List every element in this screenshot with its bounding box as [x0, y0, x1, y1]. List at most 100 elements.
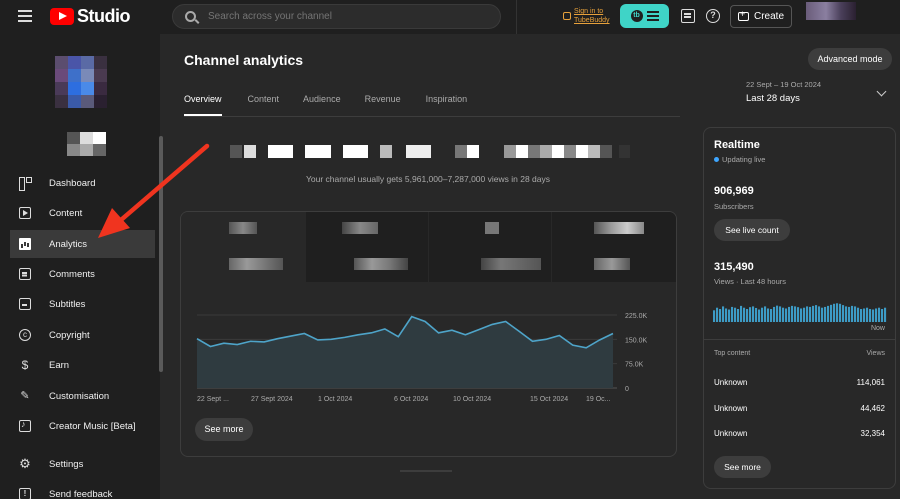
chevron-down-icon[interactable]: [876, 86, 887, 97]
tab-overview[interactable]: Overview: [184, 94, 222, 116]
realtime-bar: [809, 306, 812, 322]
top-content-row[interactable]: Unknown 44,462: [714, 404, 885, 413]
sidebar-item-label: Comments: [49, 268, 95, 280]
create-label: Create: [753, 11, 784, 22]
realtime-bar: [782, 307, 785, 322]
x-tick-label: 19 Oc...: [586, 396, 611, 403]
sidebar-item-subtitles[interactable]: Subtitles: [10, 290, 155, 318]
now-label: Now: [870, 325, 885, 332]
top-content-row[interactable]: Unknown 32,354: [714, 429, 885, 438]
content-name: Unknown: [714, 429, 748, 438]
realtime-bar: [755, 307, 758, 322]
realtime-bar: [788, 306, 791, 322]
realtime-bar: [872, 309, 875, 322]
sidebar-item-label: Content: [49, 207, 83, 219]
tubebuddy-signin-link[interactable]: Sign in to TubeBuddy: [563, 7, 610, 25]
analytics-icon: [19, 238, 31, 250]
date-range-picker[interactable]: 22 Sept – 19 Oct 2024 Last 28 days: [746, 80, 821, 104]
scroll-hint: [400, 470, 452, 472]
realtime-bar: [752, 306, 755, 322]
y-tick-label: 225.0K: [625, 313, 648, 320]
date-range-dates: 22 Sept – 19 Oct 2024: [746, 80, 822, 89]
advanced-mode-button[interactable]: Advanced mode: [808, 48, 892, 70]
create-button[interactable]: Create: [730, 5, 792, 28]
menu-icon[interactable]: [18, 10, 32, 22]
feedback-icon: !: [19, 488, 31, 499]
tabs-divider: [184, 116, 680, 117]
channel-avatar[interactable]: [55, 56, 109, 110]
account-avatar[interactable]: [806, 2, 856, 20]
content-views: 32,354: [860, 429, 885, 438]
sidebar-item-copyright[interactable]: c Copyright: [10, 321, 155, 349]
search-bar[interactable]: [172, 4, 501, 29]
sidebar-item-creator-music[interactable]: Creator Music [Beta]: [10, 412, 155, 440]
sidebar-item-settings[interactable]: ⚙ Settings: [10, 450, 155, 478]
sidebar-scrollbar[interactable]: [159, 136, 163, 372]
top-bar: Studio Sign in to TubeBuddy tb ? Create: [0, 0, 900, 34]
realtime-bar: [833, 303, 836, 322]
content-views: 114,061: [856, 378, 885, 387]
sidebar-item-earn[interactable]: $ Earn: [10, 351, 155, 379]
tab-revenue[interactable]: Revenue: [365, 94, 401, 116]
sidebar-item-dashboard[interactable]: Dashboard: [10, 169, 155, 197]
realtime-bar: [800, 308, 803, 322]
live-dot-icon: [714, 157, 719, 162]
sidebar-item-label: Creator Music [Beta]: [49, 420, 136, 432]
comments-icon: [19, 268, 31, 280]
realtime-bar: [764, 306, 767, 322]
realtime-bar: [749, 307, 752, 322]
realtime-bar: [737, 309, 740, 322]
messages-icon[interactable]: [681, 9, 695, 23]
y-tick-label: 0: [625, 386, 629, 393]
y-tick-label: 75.0K: [625, 362, 644, 369]
create-video-icon: [737, 9, 749, 21]
realtime-bar: [815, 305, 818, 322]
tab-audience[interactable]: Audience: [303, 94, 341, 116]
realtime-bar: [881, 309, 884, 322]
magic-wand-icon: ✎: [20, 390, 30, 402]
content-name: Unknown: [714, 404, 748, 413]
sidebar-item-content[interactable]: Content: [10, 199, 155, 227]
see-live-count-button[interactable]: See live count: [714, 219, 790, 241]
gear-icon: ⚙: [19, 456, 31, 471]
realtime-bar: [863, 308, 866, 322]
x-tick-label: 1 Oct 2024: [318, 396, 352, 403]
analytics-tabs: Overview Content Audience Revenue Inspir…: [184, 94, 467, 116]
realtime-bar: [824, 306, 827, 322]
sidebar-item-send-feedback[interactable]: ! Send feedback: [10, 480, 155, 499]
sidebar-item-customisation[interactable]: ✎ Customisation: [10, 382, 155, 410]
content-views: 44,462: [860, 404, 885, 413]
blurred-headline: [230, 145, 630, 159]
help-icon[interactable]: ?: [706, 9, 720, 23]
x-tick-label: 15 Oct 2024: [530, 396, 568, 403]
top-content-row[interactable]: Unknown 114,061: [714, 378, 885, 387]
realtime-views-label: Views · Last 48 hours: [714, 277, 786, 286]
logo-text: Studio: [77, 6, 131, 26]
sidebar-item-analytics[interactable]: Analytics: [10, 230, 155, 258]
sidebar-item-comments[interactable]: Comments: [10, 260, 155, 288]
x-tick-label: 22 Sept ...: [197, 396, 229, 403]
realtime-bar: [743, 307, 746, 322]
realtime-bar: [827, 305, 830, 322]
x-tick-label: 6 Oct 2024: [394, 396, 428, 403]
views-column-label: Views: [866, 350, 885, 357]
realtime-bar: [884, 307, 887, 322]
x-tick-label: 10 Oct 2024: [453, 396, 491, 403]
see-more-button[interactable]: See more: [195, 418, 253, 441]
search-input[interactable]: [208, 11, 468, 22]
tab-content[interactable]: Content: [248, 94, 280, 116]
realtime-bar: [812, 305, 815, 322]
realtime-bar: [836, 303, 839, 322]
realtime-bar: [722, 306, 725, 322]
realtime-bar: [854, 306, 857, 322]
realtime-bar: [851, 305, 854, 322]
channel-name-blurred: [67, 132, 107, 156]
lock-icon: [563, 12, 571, 20]
tubebuddy-menu-button[interactable]: tb: [620, 4, 669, 28]
realtime-see-more-button[interactable]: See more: [714, 456, 771, 478]
divider: [516, 0, 517, 34]
search-icon[interactable]: [185, 11, 196, 22]
studio-logo[interactable]: Studio: [50, 6, 131, 27]
tab-inspiration[interactable]: Inspiration: [426, 94, 468, 116]
realtime-bar: [728, 309, 731, 322]
